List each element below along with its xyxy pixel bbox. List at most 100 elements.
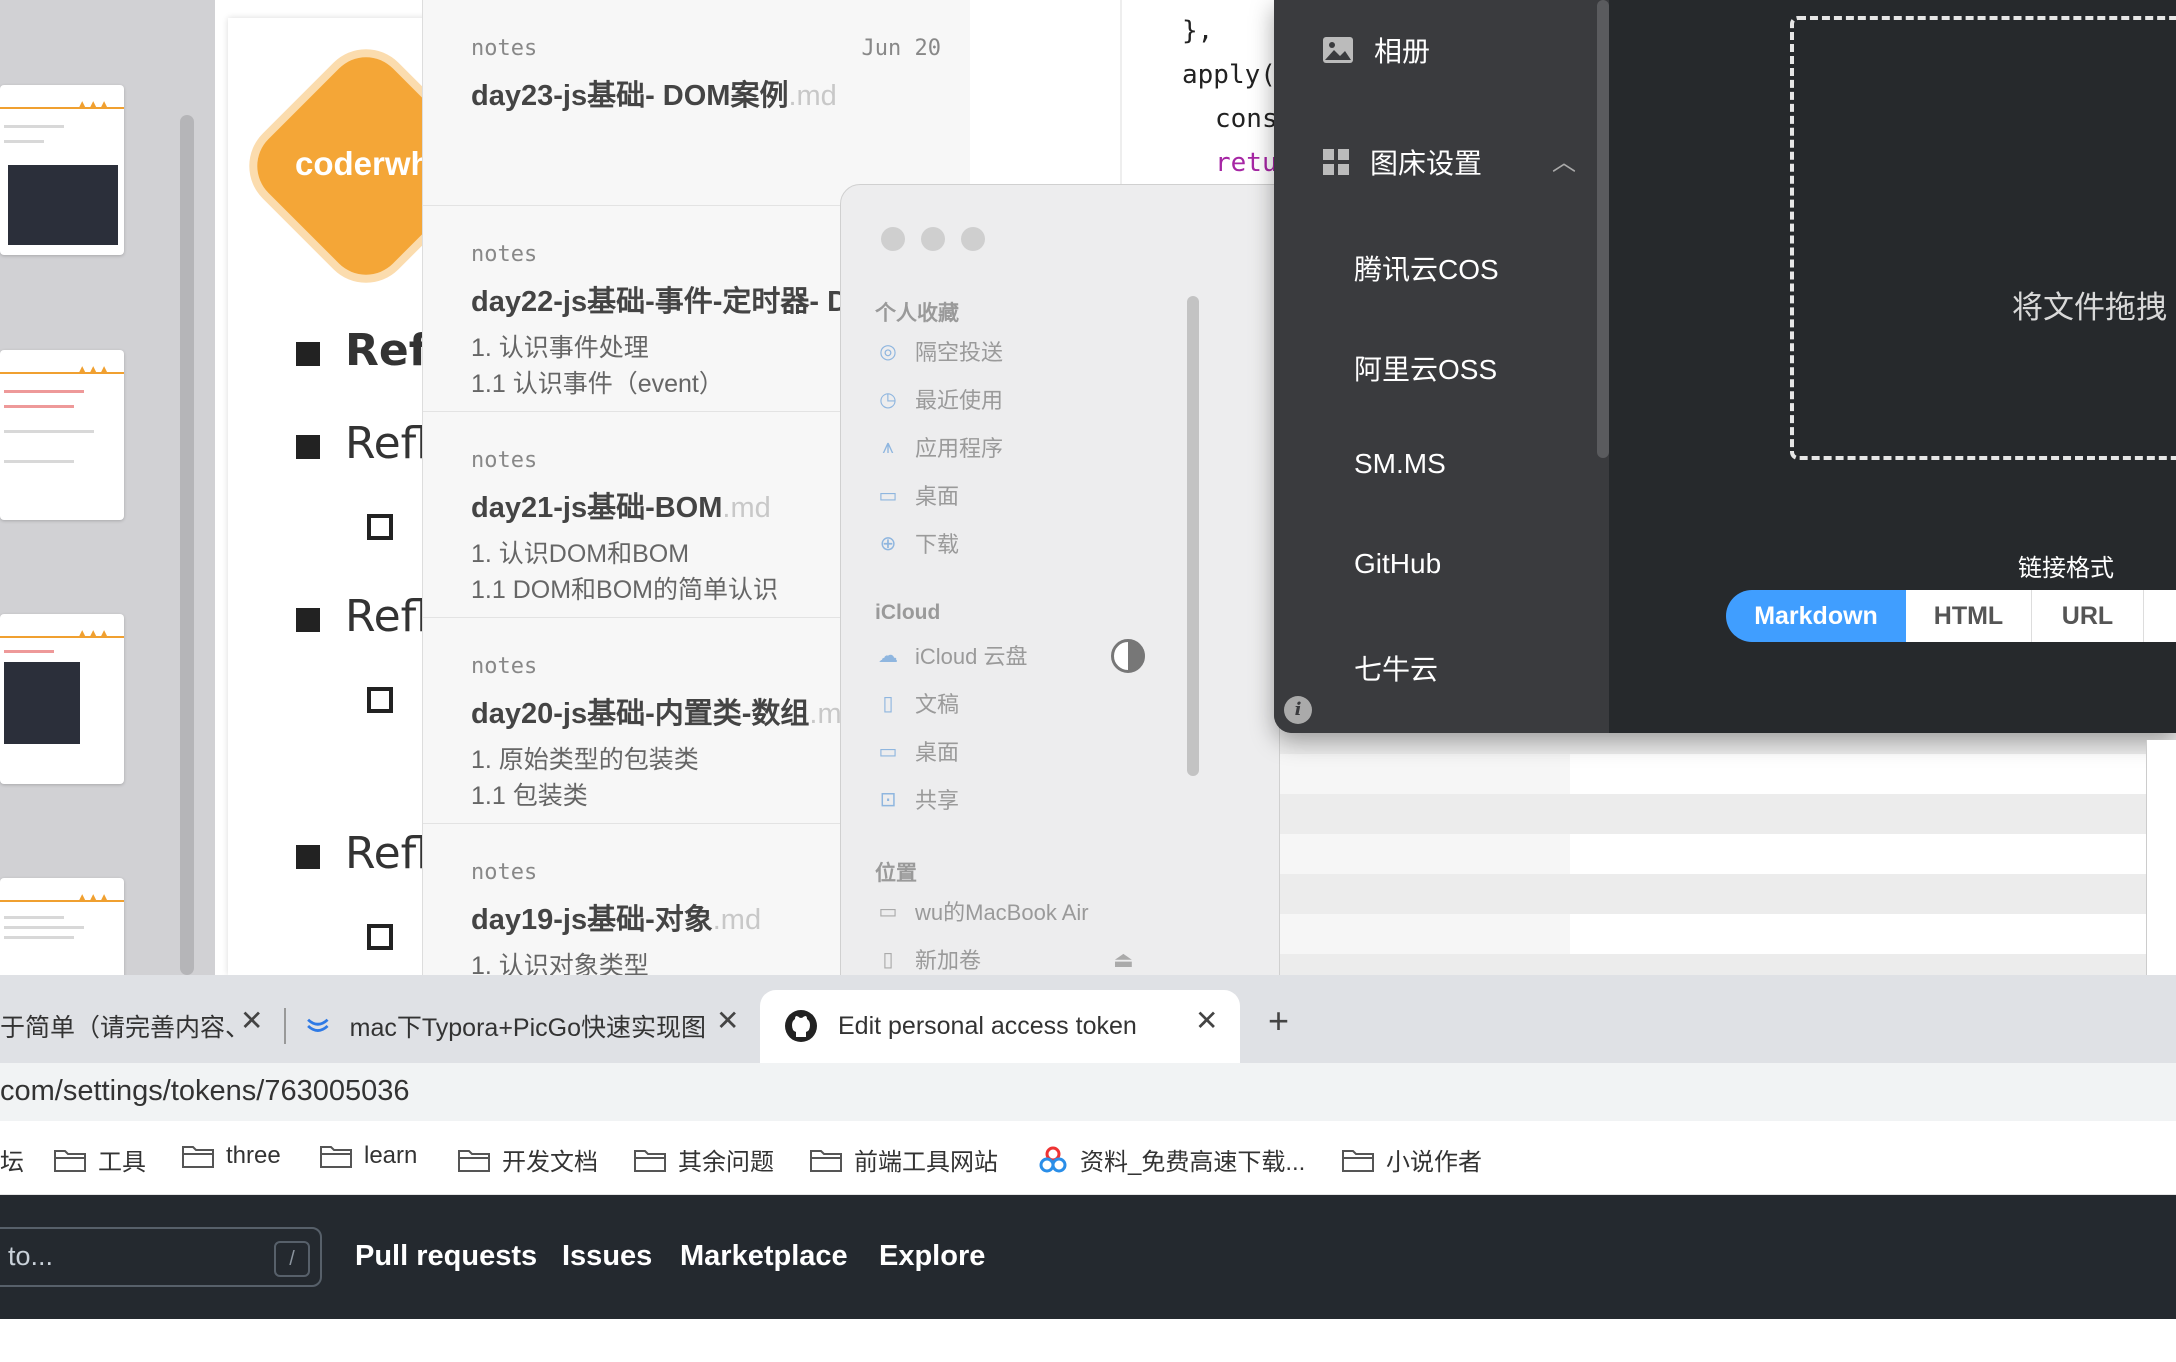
finder-row xyxy=(1230,794,2176,834)
browser-tab[interactable]: 于简单（请完善内容、 xyxy=(0,989,265,1063)
menu-item-gallery[interactable]: 相册 xyxy=(1322,30,1430,70)
bookmark-folder[interactable]: learn xyxy=(320,1142,417,1170)
new-tab-plus-icon[interactable]: + xyxy=(1268,1000,1289,1042)
close-window-button[interactable] xyxy=(881,227,905,251)
url-text: com/settings/tokens/763005036 xyxy=(0,1075,410,1107)
search-shortcut-key: / xyxy=(274,1241,310,1277)
note-item[interactable]: notes Jun 20 day23-js基础- DOM案例.md xyxy=(423,0,971,206)
menu-item-picbed-settings[interactable]: 图床设置 xyxy=(1322,142,1482,182)
note-title: day23-js基础- DOM案例.md xyxy=(471,80,837,112)
finder-item-desktop[interactable]: ▭ 桌面 xyxy=(875,479,959,511)
picbed-github[interactable]: GitHub xyxy=(1354,548,1441,580)
note-folder-tag: notes xyxy=(471,448,538,473)
minimize-window-button[interactable] xyxy=(921,227,945,251)
finder-row xyxy=(1230,874,2176,914)
address-bar[interactable]: com/settings/tokens/763005036 xyxy=(0,1063,2176,1121)
finder-item-volume[interactable]: ▯ 新加卷 xyxy=(875,943,981,975)
picgo-sidebar: 相册 图床设置 ︿ 腾讯云COS 阿里云OSS SM.MS GitHub 七牛云… xyxy=(1274,0,1609,733)
slide-sub-bullet xyxy=(367,514,393,540)
bookmark-folder[interactable]: 其余问题 xyxy=(634,1142,774,1177)
slide-bullet-text: Refl xyxy=(345,828,429,879)
finder-item-documents[interactable]: ▯ 文稿 xyxy=(875,687,959,719)
note-title: day22-js基础-事件-定时器- DO xyxy=(471,286,871,318)
format-more-button[interactable] xyxy=(2144,590,2176,642)
slide-bullet-text: Refl xyxy=(345,591,429,642)
github-search-input[interactable]: to... / xyxy=(0,1227,322,1287)
note-preview-line: 1.1 DOM和BOM的简单认识 xyxy=(471,576,778,604)
note-preview-line: 1.1 包装类 xyxy=(471,782,588,810)
image-icon xyxy=(1323,37,1353,63)
pdf-scrollbar[interactable] xyxy=(180,115,194,975)
note-title: day21-js基础-BOM.md xyxy=(471,492,771,524)
format-html-button[interactable]: HTML xyxy=(1906,590,2032,642)
finder-item-macbook[interactable]: ▭ wu的MacBook Air xyxy=(875,895,1089,927)
code-line: apply( xyxy=(1182,60,1276,90)
logo-text: coderwh xyxy=(295,145,431,182)
finder-section-locations: 位置 xyxy=(875,862,917,885)
nav-explore[interactable]: Explore xyxy=(879,1240,985,1273)
nav-pull-requests[interactable]: Pull requests xyxy=(355,1240,537,1273)
bookmark-item[interactable]: 资料_免费高速下载... xyxy=(1038,1142,1305,1177)
picgo-sidebar-scrollbar[interactable] xyxy=(1597,0,1609,458)
note-preview-line: 1.1 认识事件（event） xyxy=(471,370,724,398)
link-format-label: 链接格式 xyxy=(2018,555,2114,582)
note-title: day20-js基础-内置类-数组.md xyxy=(471,698,858,730)
close-tab-icon[interactable]: ✕ xyxy=(716,1004,739,1037)
applications-icon: ⩚ xyxy=(882,435,894,458)
note-folder-tag: notes xyxy=(471,654,538,679)
document-icon: ▯ xyxy=(882,692,894,715)
close-tab-icon[interactable]: ✕ xyxy=(1195,1004,1218,1037)
nav-marketplace[interactable]: Marketplace xyxy=(680,1240,848,1273)
icloud-sync-progress-icon xyxy=(1111,639,1145,673)
bookmark-folder[interactable]: 前端工具网站 xyxy=(810,1142,998,1177)
picbed-aliyun-oss[interactable]: 阿里云OSS xyxy=(1354,348,1497,388)
bookmark-folder[interactable]: 开发文档 xyxy=(458,1142,598,1177)
finder-section-icloud: iCloud xyxy=(875,601,941,624)
eject-icon[interactable]: ⏏ xyxy=(1113,947,1134,973)
folder-icon xyxy=(458,1149,490,1172)
slide-bullet xyxy=(296,342,320,366)
bookmark-folder[interactable]: three xyxy=(182,1142,281,1170)
github-icon xyxy=(785,1010,817,1042)
pdf-page-thumbnail[interactable]: ▲▲▲ xyxy=(0,85,124,255)
info-icon[interactable]: i xyxy=(1284,696,1312,724)
bookmark-folder[interactable]: 小说作者 xyxy=(1342,1142,1482,1177)
close-tab-icon[interactable]: ✕ xyxy=(240,1004,263,1037)
zoom-window-button[interactable] xyxy=(961,227,985,251)
partial-window xyxy=(2146,740,2176,975)
finder-item-icloud-desktop[interactable]: ▭ 桌面 xyxy=(875,735,959,767)
pdf-page-thumbnail[interactable]: ▲▲▲ xyxy=(0,350,124,520)
slide-bullet xyxy=(296,845,320,869)
picbed-tencent-cos[interactable]: 腾讯云COS xyxy=(1354,248,1499,288)
finder-item-shared[interactable]: ⊡ 共享 xyxy=(875,783,959,815)
nav-issues[interactable]: Issues xyxy=(562,1240,652,1273)
clock-icon: ◷ xyxy=(879,388,897,411)
github-header xyxy=(0,1195,2176,1319)
picbed-smms[interactable]: SM.MS xyxy=(1354,448,1446,480)
airdrop-icon: ◎ xyxy=(879,340,897,363)
folder-icon xyxy=(810,1149,842,1172)
finder-item-downloads[interactable]: ⊕ 下载 xyxy=(875,527,959,559)
format-markdown-button[interactable]: Markdown xyxy=(1726,590,1906,642)
slide-sub-bullet xyxy=(367,924,393,950)
format-url-button[interactable]: URL xyxy=(2032,590,2144,642)
finder-item-icloud-drive[interactable]: ☁ iCloud 云盘 xyxy=(875,639,1027,671)
finder-item-airdrop[interactable]: ◎ 隔空投送 xyxy=(875,335,1003,367)
finder-item-applications[interactable]: ⩚ 应用程序 xyxy=(875,431,1003,463)
pdf-page-thumbnail[interactable]: ▲▲▲ xyxy=(0,614,124,784)
chevron-up-icon[interactable]: ︿ xyxy=(1552,142,1576,177)
bookmark-folder[interactable]: 工具 xyxy=(54,1142,146,1177)
note-date: Jun 20 xyxy=(861,36,941,61)
finder-sidebar-scrollbar[interactable] xyxy=(1187,296,1199,776)
bookmark-item[interactable]: 坛 xyxy=(0,1142,24,1177)
code-editor[interactable]: }, apply( cons retu xyxy=(1000,0,1300,200)
code-line: cons xyxy=(1215,104,1278,134)
folder-icon xyxy=(182,1146,214,1168)
confluence-icon xyxy=(307,1018,329,1032)
note-preview-line: 1. 认识DOM和BOM xyxy=(471,540,690,568)
upload-drop-zone[interactable] xyxy=(1790,16,2176,460)
picbed-qiniu[interactable]: 七牛云 xyxy=(1354,648,1438,688)
finder-item-recents[interactable]: ◷ 最近使用 xyxy=(875,383,1003,415)
browser-tab[interactable]: mac下Typora+PicGo快速实现图 xyxy=(306,989,706,1063)
note-folder-tag: notes xyxy=(471,242,538,267)
